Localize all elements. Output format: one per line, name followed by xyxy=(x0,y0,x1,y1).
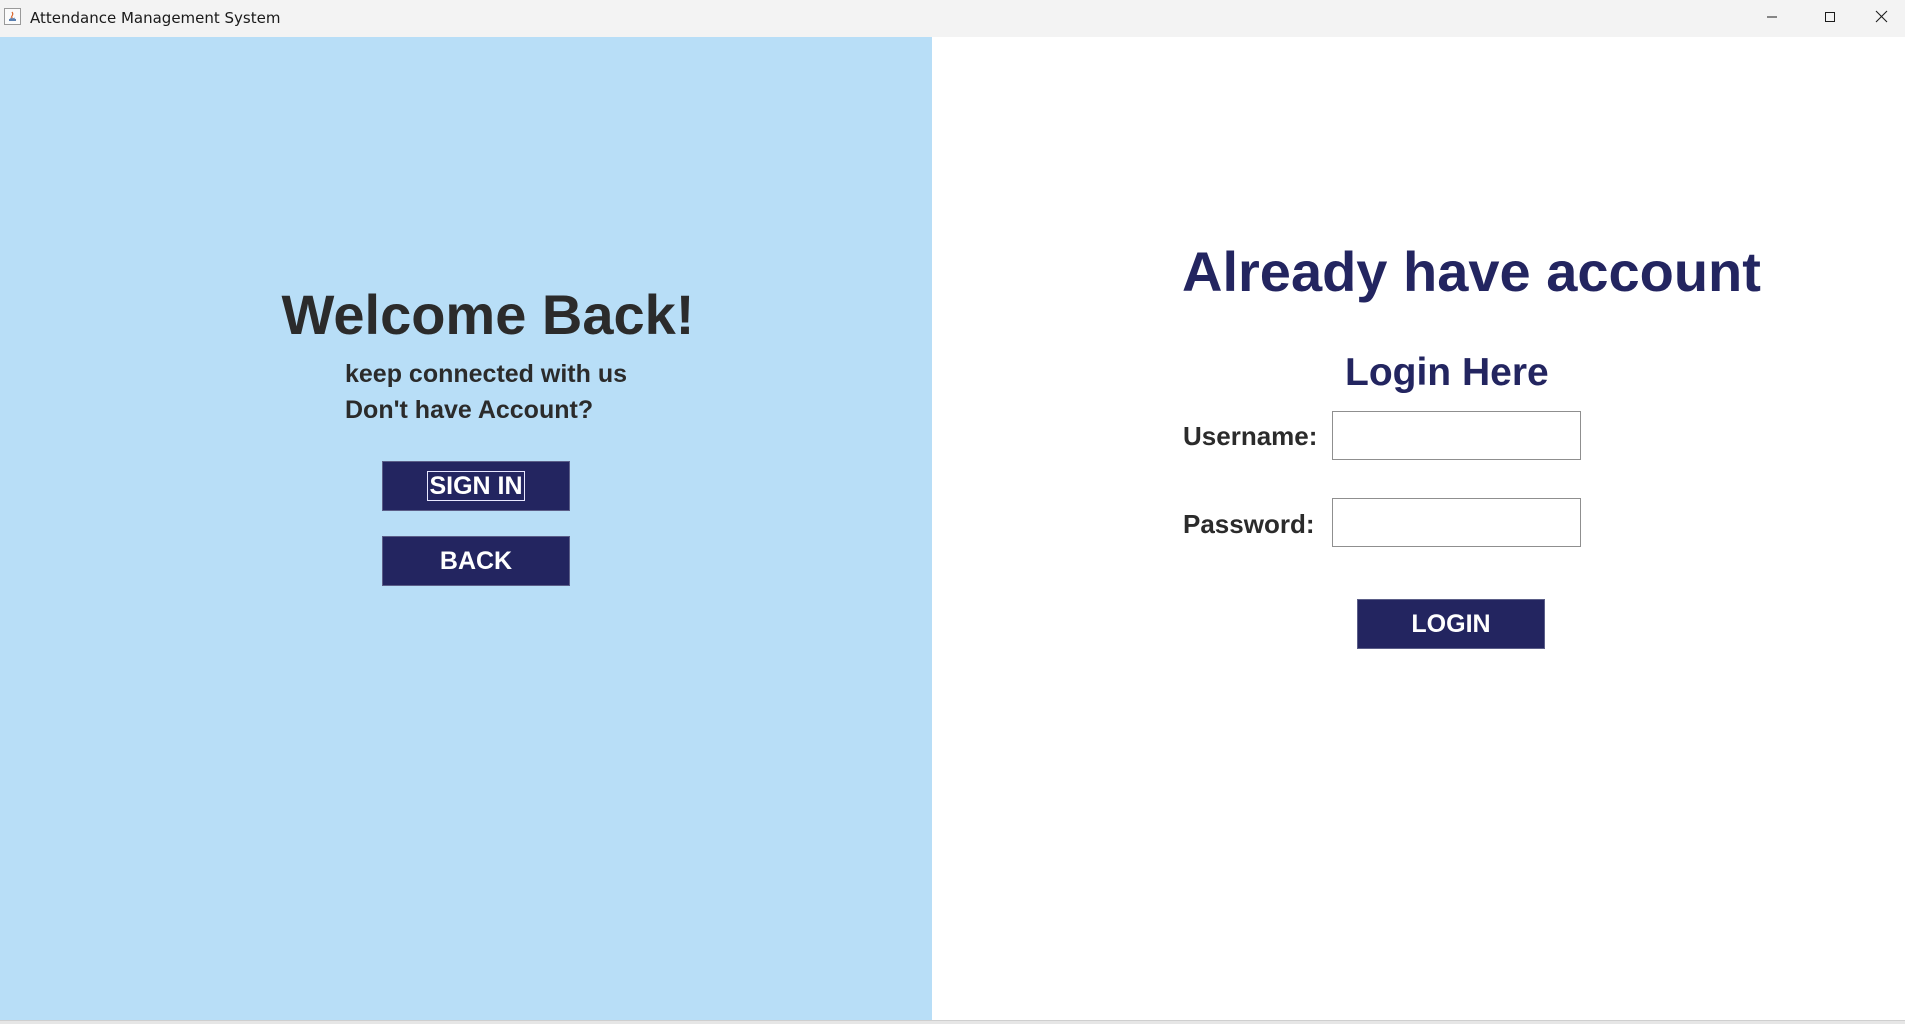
app-window: Attendance Management System Welcome Bac… xyxy=(0,0,1905,1024)
already-have-account-heading: Already have account xyxy=(1182,240,1761,303)
no-account-text: Don't have Account? xyxy=(345,396,594,424)
java-app-icon xyxy=(4,8,21,25)
back-label: BACK xyxy=(439,546,513,575)
welcome-panel: Welcome Back! keep connected with us Don… xyxy=(0,37,932,1020)
maximize-button[interactable] xyxy=(1801,0,1859,37)
back-button[interactable]: BACK xyxy=(382,536,570,586)
maximize-icon xyxy=(1824,10,1836,28)
window-title: Attendance Management System xyxy=(30,9,281,27)
sign-in-label: SIGN IN xyxy=(427,471,525,501)
minimize-button[interactable] xyxy=(1743,0,1801,37)
login-button[interactable]: LOGIN xyxy=(1357,599,1545,649)
username-field[interactable] xyxy=(1332,411,1581,460)
login-panel: Already have account Login Here Username… xyxy=(932,37,1905,1020)
keep-connected-text: keep connected with us xyxy=(345,360,628,388)
password-label: Password: xyxy=(1183,509,1315,539)
title-bar: Attendance Management System xyxy=(0,0,1905,37)
login-label: LOGIN xyxy=(1411,609,1491,638)
window-bottom-border xyxy=(0,1020,1905,1024)
login-here-heading: Login Here xyxy=(1345,351,1549,394)
minimize-icon xyxy=(1766,10,1778,28)
close-icon xyxy=(1875,10,1888,28)
close-button[interactable] xyxy=(1858,0,1905,37)
password-field[interactable] xyxy=(1332,498,1581,547)
username-label: Username: xyxy=(1183,421,1318,451)
sign-in-button[interactable]: SIGN IN xyxy=(382,461,570,511)
welcome-heading: Welcome Back! xyxy=(281,283,695,346)
